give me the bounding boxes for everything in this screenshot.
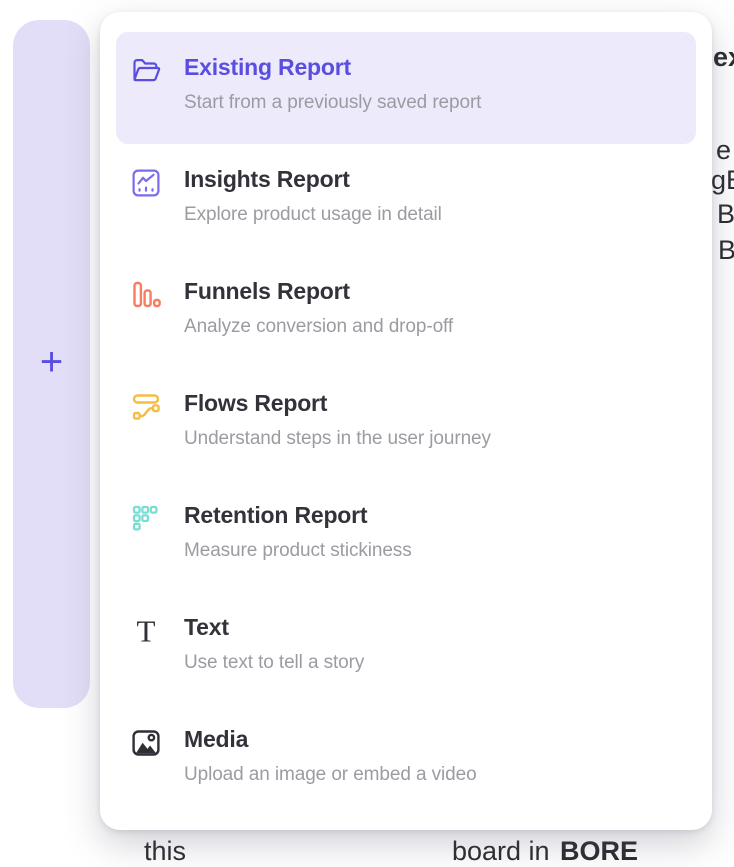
background-text-fragment: B: [717, 199, 734, 230]
media-image-icon: [130, 727, 162, 759]
menu-item-existing-report[interactable]: Existing Report Start from a previously …: [116, 32, 696, 144]
menu-item-subtitle: Measure product stickiness: [184, 540, 412, 562]
funnel-bars-icon: [130, 279, 162, 311]
svg-text:T: T: [137, 615, 156, 647]
background-text-fragment: B: [718, 235, 734, 266]
menu-item-title: Funnels Report: [184, 278, 453, 306]
add-item-button[interactable]: +: [40, 342, 63, 386]
text-icon: T: [130, 615, 162, 647]
folder-icon: [130, 55, 162, 87]
menu-item-subtitle: Explore product usage in detail: [184, 204, 442, 226]
menu-item-subtitle: Analyze conversion and drop-off: [184, 316, 453, 338]
menu-item-title: Flows Report: [184, 390, 491, 418]
menu-item-title: Text: [184, 614, 364, 642]
menu-item-subtitle: Use text to tell a story: [184, 652, 364, 674]
retention-grid-icon: [130, 503, 162, 535]
menu-item-title: Retention Report: [184, 502, 412, 530]
menu-item-insights-report[interactable]: Insights Report Explore product usage in…: [116, 144, 696, 256]
menu-item-subtitle: Start from a previously saved report: [184, 92, 481, 114]
menu-item-funnels-report[interactable]: Funnels Report Analyze conversion and dr…: [116, 256, 696, 368]
menu-item-subtitle: Upload an image or embed a video: [184, 764, 477, 786]
menu-item-title: Existing Report: [184, 54, 481, 82]
menu-item-media[interactable]: Media Upload an image or embed a video: [116, 704, 696, 816]
menu-item-title: Media: [184, 726, 477, 754]
background-text-fragment: this: [144, 836, 186, 867]
background-text-fragment: ex: [713, 42, 734, 73]
menu-item-retention-report[interactable]: Retention Report Measure product stickin…: [116, 480, 696, 592]
add-content-panel: +: [13, 20, 90, 708]
menu-item-subtitle: Understand steps in the user journey: [184, 428, 491, 450]
background-text-fragment: gB: [711, 165, 734, 196]
menu-item-title: Insights Report: [184, 166, 442, 194]
background-text-fragment: BORE: [560, 836, 638, 867]
background-text-fragment: e: [716, 135, 731, 166]
menu-item-flows-report[interactable]: Flows Report Understand steps in the use…: [116, 368, 696, 480]
insights-chart-icon: [130, 167, 162, 199]
menu-item-text[interactable]: T Text Use text to tell a story: [116, 592, 696, 704]
flows-icon: [130, 391, 162, 423]
background-text-fragment: board in: [452, 836, 550, 867]
add-content-menu: Existing Report Start from a previously …: [100, 12, 712, 830]
